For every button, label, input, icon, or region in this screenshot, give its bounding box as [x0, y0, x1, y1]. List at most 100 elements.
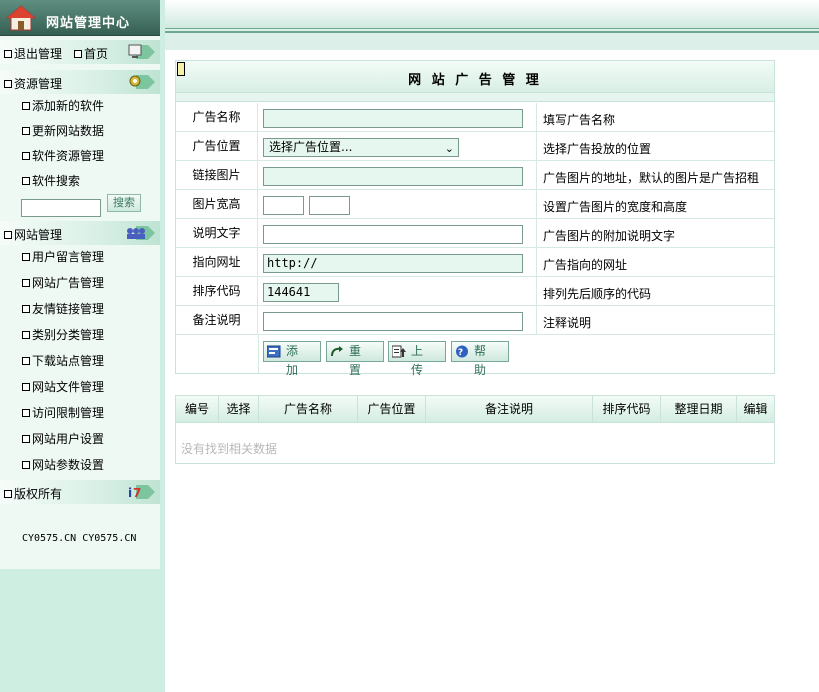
checkbox-square-icon	[22, 357, 30, 365]
checkbox-square-icon	[22, 102, 30, 110]
sidebar-item-download-sites[interactable]: 下载站点管理	[22, 352, 104, 369]
checkbox-square-icon	[22, 305, 30, 313]
column-header-date[interactable]: 整理日期	[661, 396, 737, 423]
ad-name-input[interactable]	[263, 109, 523, 128]
svg-text:?: ?	[458, 348, 466, 358]
sidebar-item-links[interactable]: 友情链接管理	[22, 300, 104, 317]
form-row-ad-name: 广告名称 填写广告名称	[176, 103, 774, 132]
add-icon	[267, 345, 281, 358]
top-banner	[165, 0, 819, 50]
form-row-target-url: 指向网址 http:// 广告指向的网址	[176, 248, 774, 277]
target-url-desc: 广告指向的网址	[536, 248, 627, 276]
description-desc: 广告图片的附加说明文字	[536, 219, 675, 247]
svg-text:i: i	[128, 486, 132, 500]
add-button[interactable]: 添 加	[263, 341, 321, 377]
image-link-input[interactable]	[263, 167, 523, 186]
description-label: 说明文字	[176, 219, 258, 247]
checkbox-square-icon	[22, 152, 30, 160]
empty-state-text: 没有找到相关数据	[181, 442, 278, 456]
sidebar-item-access-limits[interactable]: 访问限制管理	[22, 404, 104, 421]
help-button[interactable]: ? 帮 助	[451, 341, 509, 377]
upload-button[interactable]: 上 传	[388, 341, 446, 377]
sidebar: 网站管理中心 退出管理 首页 资源管理 添加新的软件 更新网站数据 软件资源管理…	[0, 0, 165, 692]
logout-link[interactable]: 退出管理	[4, 45, 62, 62]
column-header-sort-code[interactable]: 排序代码	[593, 396, 661, 423]
help-icon: ?	[456, 345, 468, 358]
top-banner-band	[165, 0, 819, 29]
search-button[interactable]: 搜索	[107, 194, 141, 212]
column-header-id[interactable]: 编号	[176, 396, 219, 423]
form-row-image-size: 图片宽高 设置广告图片的宽度和高度	[176, 190, 774, 219]
copyright-text: CY0575.CN CY0575.CN	[22, 533, 137, 544]
ad-form-panel: 网 站 广 告 管 理 广告名称 填写广告名称 广告位置 选择广告位置... ⌄…	[175, 60, 775, 377]
ad-position-select[interactable]: 选择广告位置... ⌄	[263, 138, 459, 157]
form-row-description: 说明文字 广告图片的附加说明文字	[176, 219, 774, 248]
sidebar-item-software-resources[interactable]: 软件资源管理	[22, 147, 104, 164]
ad-form-header: 网 站 广 告 管 理	[176, 61, 774, 93]
ad-position-desc: 选择广告投放的位置	[536, 132, 651, 160]
target-url-label: 指向网址	[176, 248, 258, 276]
checkbox-square-icon	[22, 461, 30, 469]
column-header-ad-position[interactable]: 广告位置	[358, 396, 426, 423]
refresh-icon	[331, 346, 343, 357]
sort-code-desc: 排列先后顺序的代码	[536, 277, 651, 305]
reset-button[interactable]: 重 置	[326, 341, 384, 377]
search-input[interactable]	[21, 199, 101, 217]
gears-arrow-icon	[129, 75, 155, 89]
ad-list-table: 编号 选择 广告名称 广告位置 备注说明 排序代码 整理日期 编辑 没有找到相关…	[175, 395, 775, 464]
sidebar-item-files[interactable]: 网站文件管理	[22, 378, 104, 395]
chevron-down-icon: ⌄	[444, 142, 454, 155]
svg-text:7: 7	[133, 486, 141, 500]
target-url-input[interactable]: http://	[263, 254, 523, 273]
brand-arrow-icon: i 7	[128, 485, 155, 500]
sidebar-item-add-software[interactable]: 添加新的软件	[22, 97, 104, 114]
checkbox-square-icon	[22, 435, 30, 443]
sidebar-item-users[interactable]: 网站用户设置	[22, 430, 104, 447]
description-input[interactable]	[263, 225, 523, 244]
sort-code-label: 排序代码	[176, 277, 258, 305]
column-header-ad-name[interactable]: 广告名称	[259, 396, 358, 423]
ad-name-desc: 填写广告名称	[536, 103, 615, 131]
sidebar-item-ads[interactable]: 网站广告管理	[22, 274, 104, 291]
form-row-ad-position: 广告位置 选择广告位置... ⌄ 选择广告投放的位置	[176, 132, 774, 161]
checkbox-square-icon	[4, 231, 12, 239]
sidebar-item-parameters[interactable]: 网站参数设置	[22, 456, 104, 473]
checkbox-square-icon	[22, 383, 30, 391]
form-row-image-link: 链接图片 广告图片的地址，默认的图片是广告招租	[176, 161, 774, 190]
sort-code-input[interactable]: 144641	[263, 283, 339, 302]
upload-icon	[392, 345, 406, 358]
form-row-notes: 备注说明 注释说明	[176, 306, 774, 335]
image-width-input[interactable]	[263, 196, 304, 215]
sidebar-item-update-data[interactable]: 更新网站数据	[22, 122, 104, 139]
column-header-notes[interactable]: 备注说明	[426, 396, 593, 423]
table-header: 编号 选择 广告名称 广告位置 备注说明 排序代码 整理日期 编辑	[176, 396, 774, 423]
sidebar-section-copyright[interactable]: 版权所有 i 7	[0, 480, 160, 504]
image-height-input[interactable]	[309, 196, 350, 215]
ad-position-label: 广告位置	[176, 132, 258, 160]
checkbox-square-icon	[4, 50, 12, 58]
checkbox-square-icon	[22, 409, 30, 417]
sidebar-title: 网站管理中心	[46, 16, 131, 31]
header-sub-strip	[176, 93, 774, 102]
sidebar-item-messages[interactable]: 用户留言管理	[22, 248, 104, 265]
button-row-divider	[258, 335, 259, 373]
sidebar-section-site[interactable]: 网站管理	[0, 221, 160, 245]
house-icon	[6, 5, 36, 31]
image-link-label: 链接图片	[176, 161, 258, 189]
checkbox-square-icon	[22, 279, 30, 287]
sidebar-item-software-search[interactable]: 软件搜索	[22, 172, 80, 189]
column-header-edit[interactable]: 编辑	[737, 396, 774, 423]
notes-label: 备注说明	[176, 306, 258, 334]
ad-name-label: 广告名称	[176, 103, 258, 131]
checkbox-square-icon	[4, 490, 12, 498]
sidebar-item-categories[interactable]: 类别分类管理	[22, 326, 104, 343]
sidebar-section-resources[interactable]: 资源管理	[0, 70, 160, 94]
image-size-desc: 设置广告图片的宽度和高度	[536, 190, 687, 218]
notes-input[interactable]	[263, 312, 523, 331]
column-header-select[interactable]: 选择	[219, 396, 259, 423]
checkbox-square-icon	[22, 253, 30, 261]
image-link-desc: 广告图片的地址，默认的图片是广告招租	[536, 161, 759, 189]
notes-desc: 注释说明	[536, 306, 591, 334]
image-size-label: 图片宽高	[176, 190, 258, 218]
home-link[interactable]: 首页	[74, 45, 108, 62]
